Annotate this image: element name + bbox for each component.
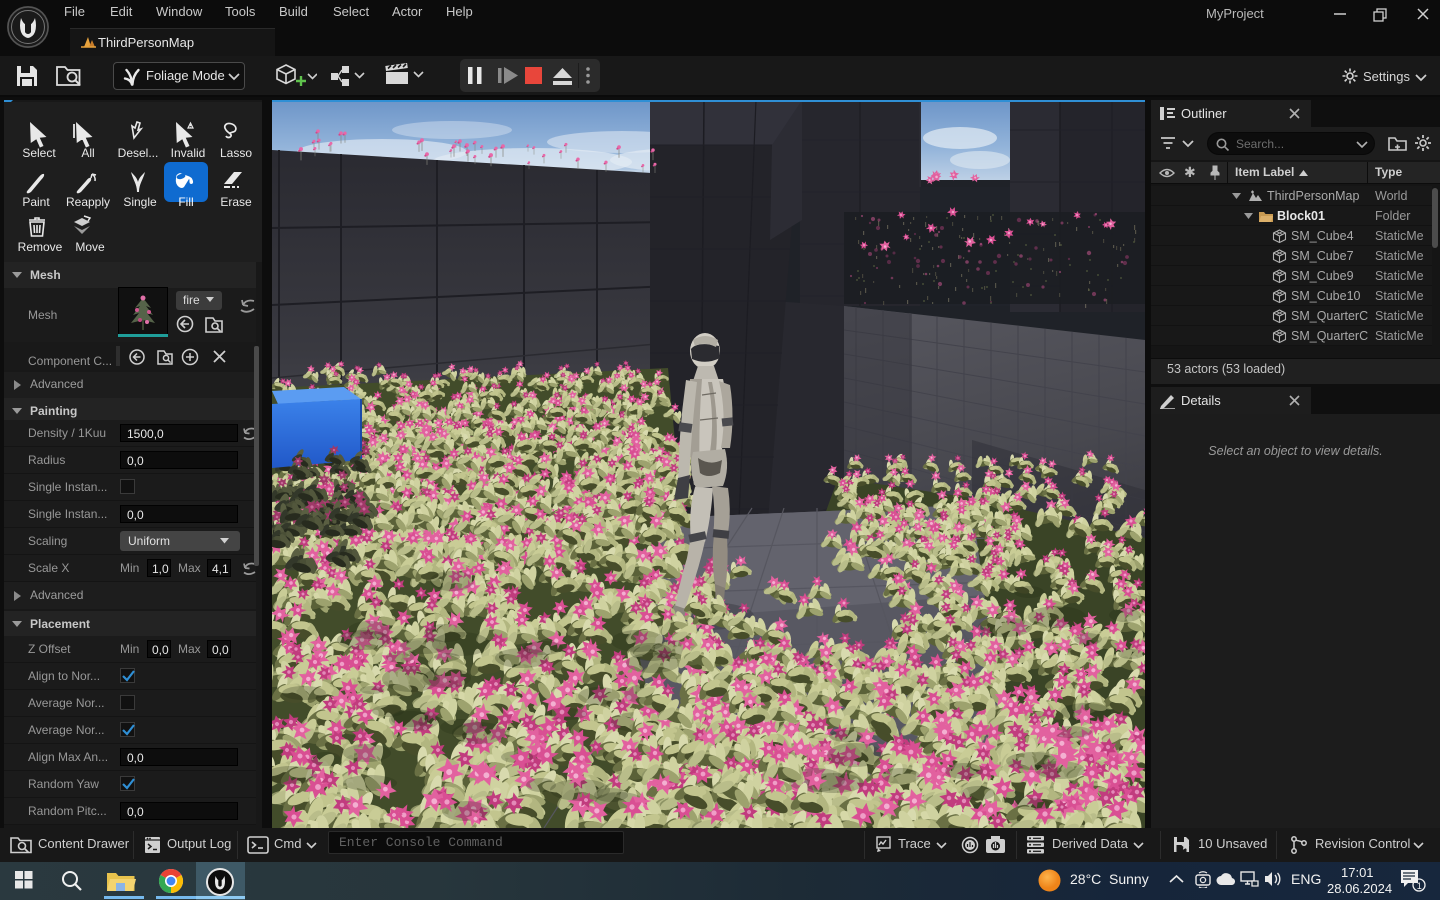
svg-text:1: 1	[1417, 881, 1422, 891]
